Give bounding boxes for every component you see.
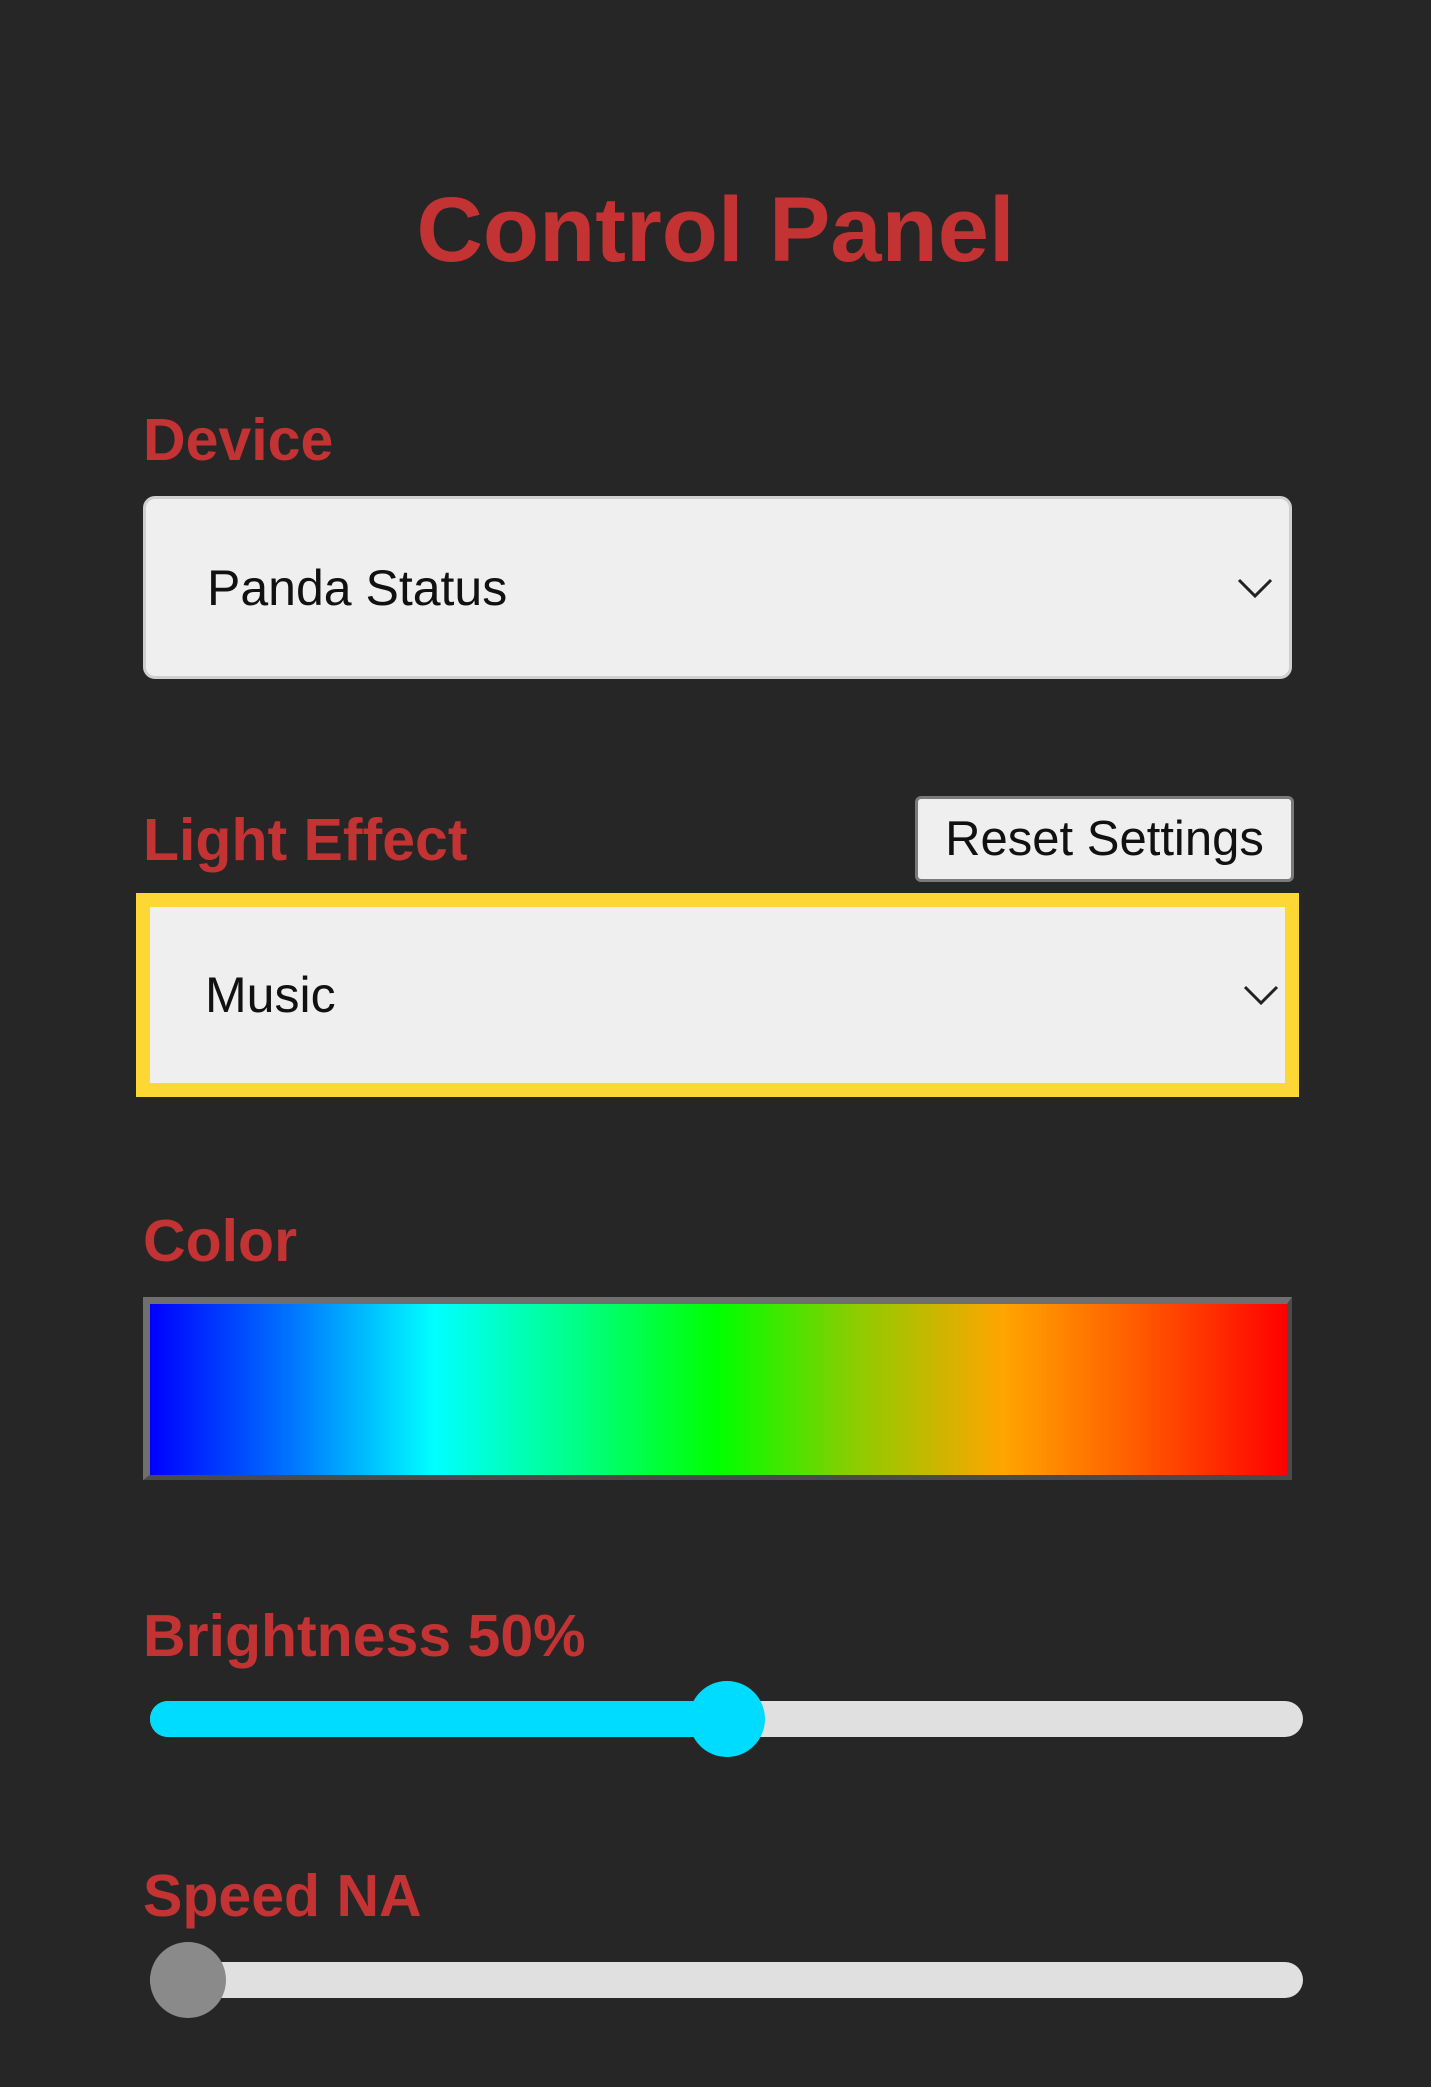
speed-label: Speed NA bbox=[143, 1863, 422, 1929]
device-select-value: Panda Status bbox=[207, 559, 508, 616]
color-picker-gradient[interactable] bbox=[143, 1297, 1292, 1480]
brightness-label: Brightness 50% bbox=[143, 1603, 586, 1669]
device-select[interactable]: Panda Status bbox=[143, 496, 1292, 679]
speed-slider[interactable] bbox=[150, 1942, 1303, 2018]
device-label: Device bbox=[143, 407, 334, 473]
light-effect-select[interactable]: Music bbox=[136, 893, 1299, 1097]
chevron-down-icon bbox=[1237, 578, 1273, 598]
speed-slider-thumb[interactable] bbox=[150, 1942, 226, 2018]
brightness-slider[interactable] bbox=[150, 1681, 1303, 1757]
light-effect-label: Light Effect bbox=[143, 807, 468, 873]
light-effect-select-value: Music bbox=[205, 967, 336, 1023]
brightness-slider-fill bbox=[150, 1701, 727, 1737]
brightness-slider-thumb[interactable] bbox=[688, 1681, 765, 1757]
chevron-down-icon bbox=[1243, 985, 1279, 1006]
reset-settings-button[interactable]: Reset Settings bbox=[915, 796, 1294, 882]
page-title: Control Panel bbox=[416, 179, 1015, 281]
color-label: Color bbox=[143, 1208, 298, 1274]
